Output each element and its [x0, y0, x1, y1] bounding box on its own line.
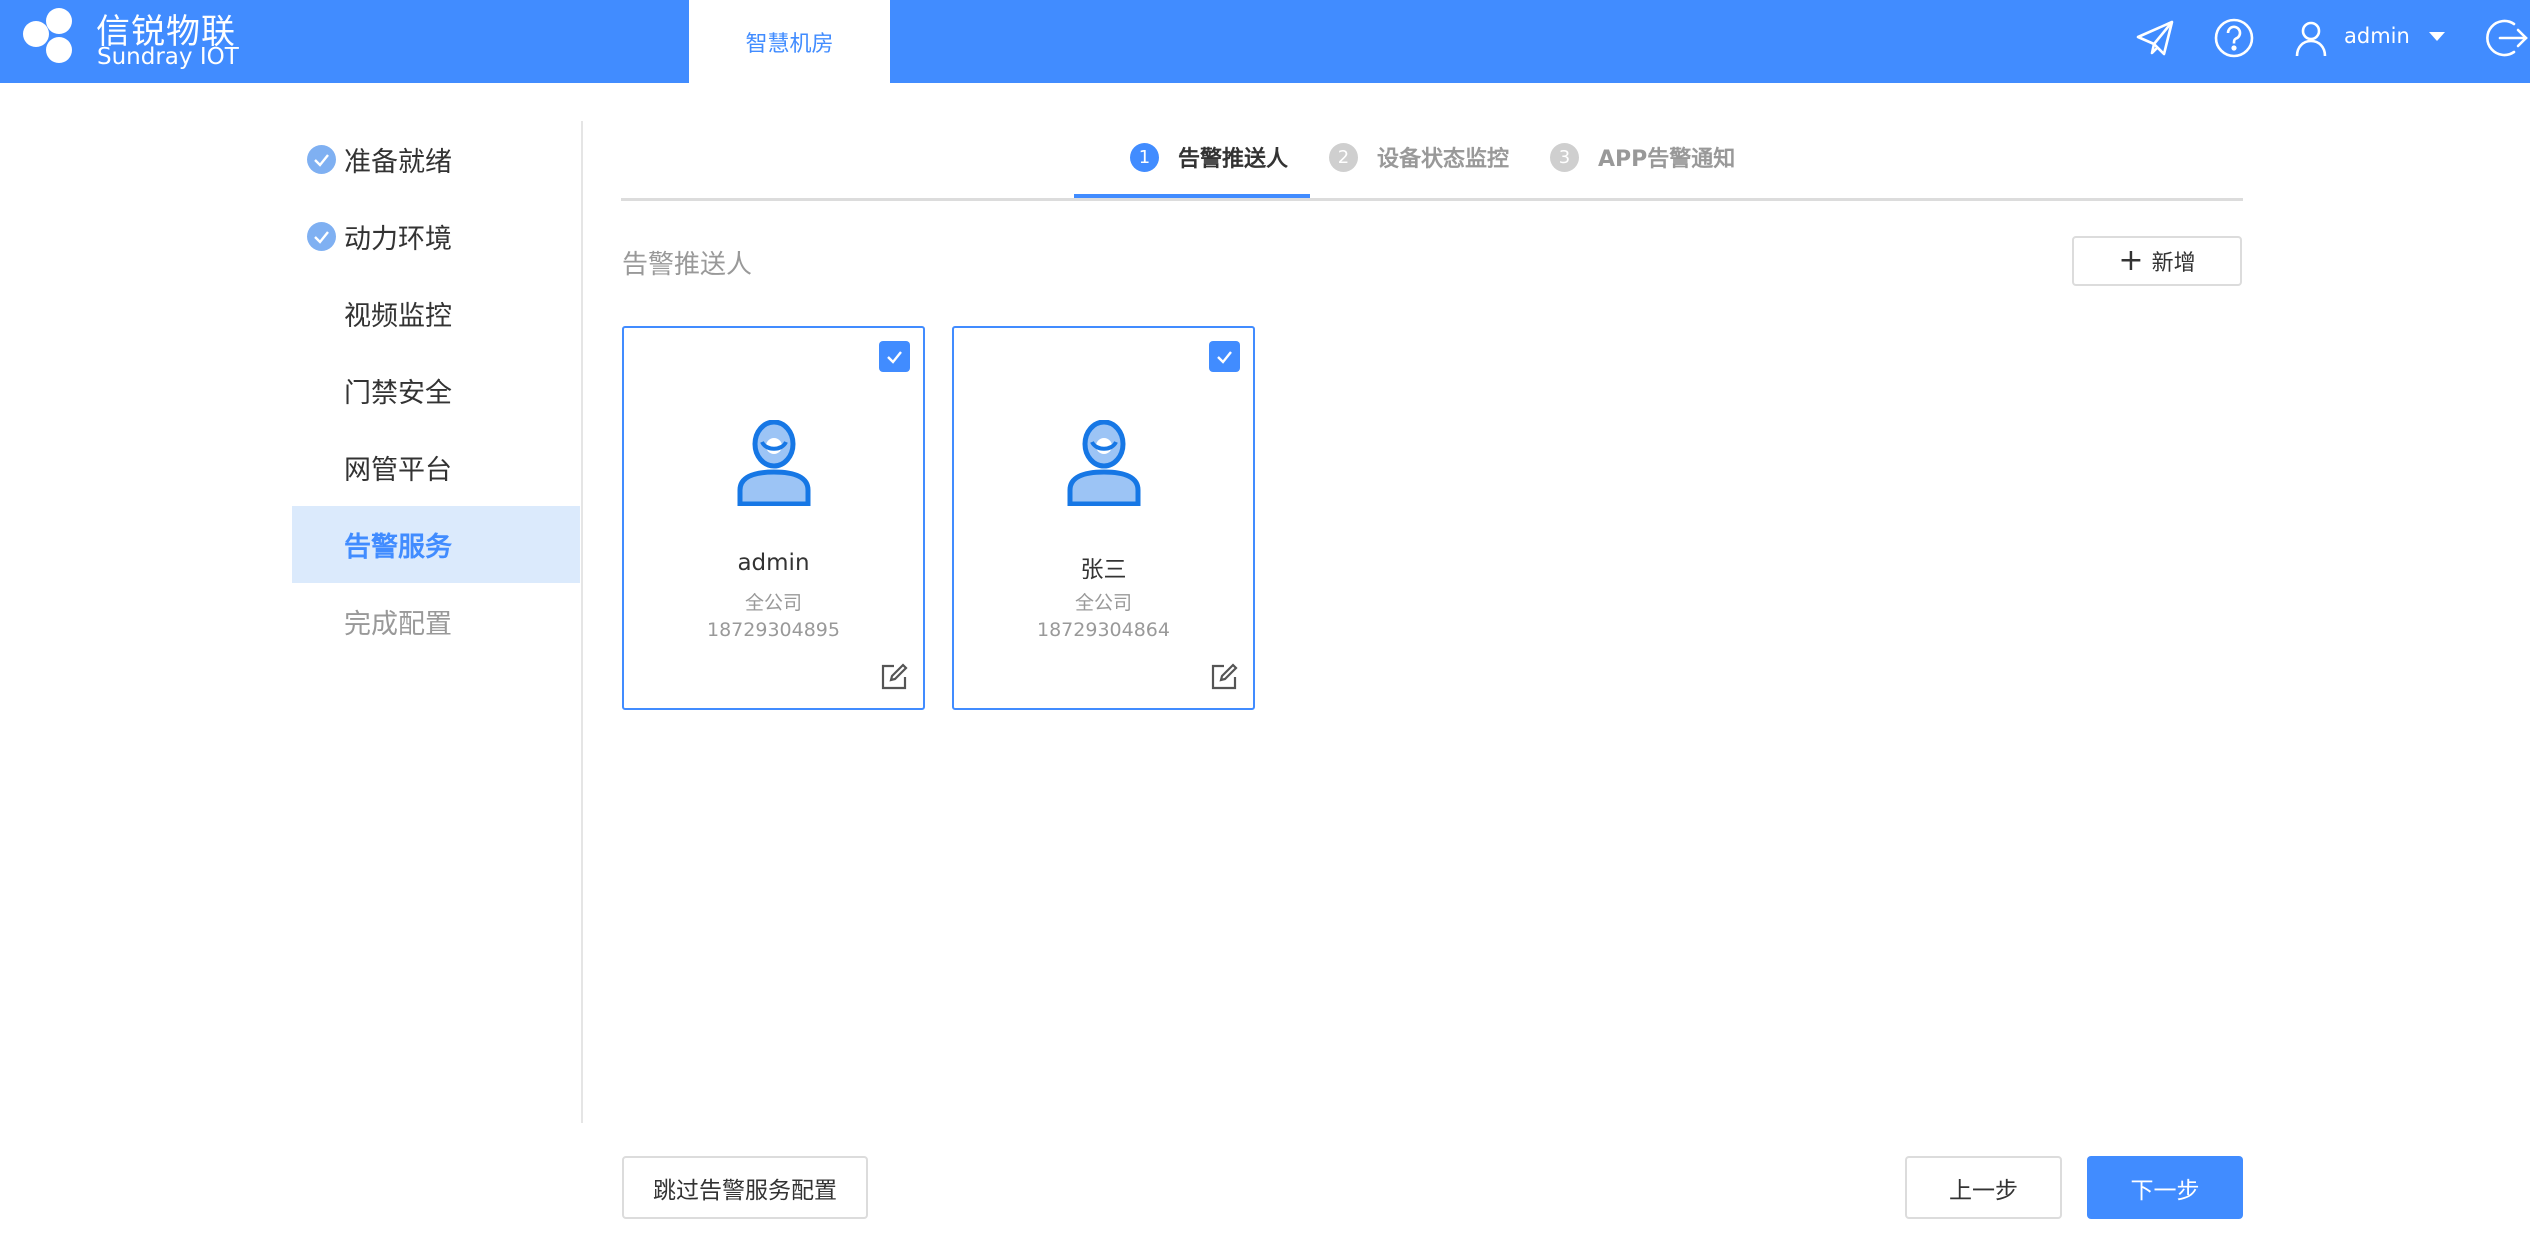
contact-department: 全公司	[744, 592, 802, 614]
section-title: 告警推送人	[622, 250, 753, 280]
sidebar-item-label: 动力环境	[344, 224, 452, 255]
sidebar-item-label: 门禁安全	[344, 378, 452, 409]
step-device-monitoring[interactable]: 2 设备状态监控	[1329, 141, 1509, 173]
sidebar-item-label: 网管平台	[344, 455, 452, 486]
prev-step-button[interactable]: 上一步	[1905, 1156, 2062, 1219]
sidebar-divider	[581, 121, 583, 1123]
sidebar-item-ready[interactable]: 准备就绪	[292, 121, 580, 198]
avatar-icon	[736, 420, 812, 506]
step-label: APP告警通知	[1598, 147, 1736, 172]
step-number: 1	[1130, 142, 1159, 172]
contact-name: admin	[737, 550, 810, 576]
step-app-notification[interactable]: 3 APP告警通知	[1550, 141, 1735, 173]
sidebar-item-alarm-service[interactable]: 告警服务	[292, 506, 580, 583]
sidebar-item-access-control[interactable]: 门禁安全	[292, 352, 580, 429]
contact-card[interactable]: admin 全公司 18729304895	[622, 326, 925, 710]
contact-department: 全公司	[1074, 592, 1132, 614]
sidebar-item-network-mgmt[interactable]: 网管平台	[292, 429, 580, 506]
add-button-label: 新增	[2151, 251, 2196, 276]
step-number: 2	[1329, 142, 1358, 172]
check-circle-icon	[307, 222, 336, 251]
step-label: 设备状态监控	[1377, 147, 1510, 172]
brand-name-en: Sundray IOT	[97, 44, 239, 70]
tab-smart-datacenter[interactable]: 智慧机房	[689, 0, 890, 83]
edit-icon[interactable]	[879, 662, 909, 692]
sidebar-item-label: 完成配置	[344, 609, 452, 640]
contact-card[interactable]: 张三 全公司 18729304864	[952, 326, 1255, 710]
step-label: 告警推送人	[1178, 147, 1289, 172]
sidebar-item-label: 视频监控	[344, 301, 452, 332]
checkbox-checked-icon[interactable]	[1209, 341, 1240, 372]
step-bar: 1 告警推送人 2 设备状态监控 3 APP告警通知	[621, 131, 2243, 201]
user-name[interactable]: admin	[2344, 24, 2410, 48]
add-recipient-button[interactable]: + 新增	[2072, 236, 2242, 286]
top-header: 信锐物联 Sundray IOT 智慧机房 admin	[0, 0, 2530, 83]
edit-icon[interactable]	[1209, 662, 1239, 692]
plus-icon: +	[2118, 243, 2144, 278]
logout-icon[interactable]	[2484, 16, 2528, 60]
skip-alarm-config-button[interactable]: 跳过告警服务配置	[622, 1156, 868, 1219]
contact-name: 张三	[1080, 557, 1127, 583]
avatar-icon	[1066, 420, 1142, 506]
sidebar-item-finish: 完成配置	[292, 583, 580, 660]
contact-phone: 18729304864	[1037, 619, 1170, 641]
step-alarm-recipients[interactable]: 1 告警推送人	[1130, 141, 1288, 173]
next-step-button[interactable]: 下一步	[2087, 1156, 2243, 1219]
send-icon[interactable]	[2133, 16, 2177, 60]
help-icon[interactable]	[2212, 16, 2256, 60]
contact-phone: 18729304895	[707, 619, 840, 641]
wizard-sidebar: 准备就绪 动力环境 视频监控 门禁安全 网管平台 告警服务 完成配置	[292, 121, 580, 660]
active-step-indicator	[1074, 194, 1310, 198]
checkbox-checked-icon[interactable]	[879, 341, 910, 372]
sidebar-item-video[interactable]: 视频监控	[292, 275, 580, 352]
sidebar-item-label: 准备就绪	[344, 147, 452, 178]
check-circle-icon	[307, 145, 336, 174]
sidebar-item-label: 告警服务	[344, 532, 452, 563]
logo-hexagons-icon	[23, 8, 72, 63]
user-icon[interactable]	[2289, 16, 2333, 60]
sidebar-item-power-env[interactable]: 动力环境	[292, 198, 580, 275]
step-number: 3	[1550, 142, 1579, 172]
chevron-down-icon[interactable]	[2429, 32, 2445, 41]
